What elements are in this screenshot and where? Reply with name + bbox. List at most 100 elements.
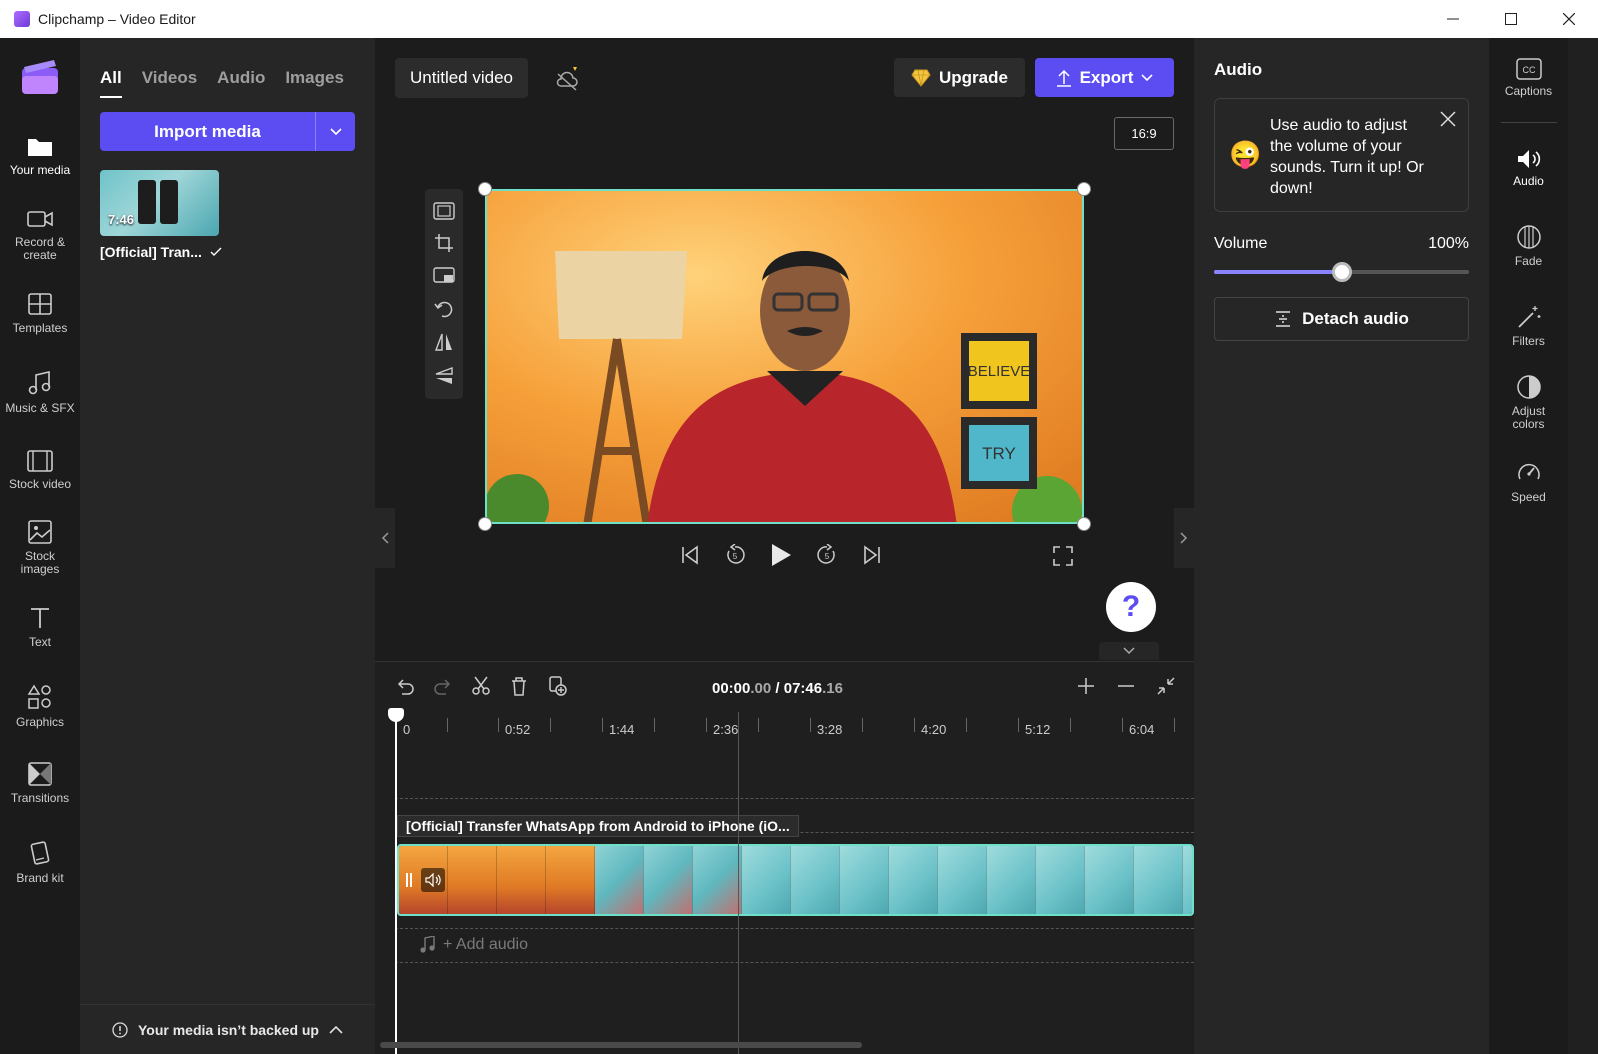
rail-item-text[interactable]: Text — [0, 606, 80, 649]
resize-handle[interactable] — [1077, 182, 1091, 196]
clip-frame — [546, 846, 595, 914]
media-thumbnail[interactable]: 7:46 — [100, 170, 219, 236]
minimize-button[interactable] — [1424, 0, 1482, 38]
rail-item-graphics[interactable]: Graphics — [0, 684, 80, 729]
svg-text:CC: CC — [1522, 65, 1535, 75]
rail-item-music-sfx[interactable]: Music & SFX — [0, 370, 80, 415]
clip-frame — [497, 846, 546, 914]
rail-item-label: Transitions — [10, 791, 70, 805]
media-panel: All Videos Audio Images Import media 7:4… — [80, 38, 375, 1054]
timeline-scrollbar[interactable] — [380, 1042, 862, 1048]
flip-vertical-icon[interactable] — [434, 366, 454, 386]
ruler-label: 1:44 — [609, 722, 635, 737]
flip-horizontal-icon[interactable] — [434, 332, 454, 352]
rotate-icon[interactable] — [434, 299, 454, 319]
resize-handle[interactable] — [478, 182, 492, 196]
rail-item-captions[interactable]: CC Captions — [1489, 58, 1568, 98]
rail-item-record-create[interactable]: Record & create — [0, 208, 80, 262]
resize-handle[interactable] — [478, 517, 492, 531]
maximize-button[interactable] — [1482, 0, 1540, 38]
clip-volume-button[interactable] — [421, 868, 445, 892]
upgrade-button[interactable]: Upgrade — [894, 58, 1025, 97]
fullscreen-icon[interactable] — [1053, 546, 1073, 566]
tab-videos[interactable]: Videos — [142, 68, 197, 98]
rail-item-fade[interactable]: Fade — [1489, 224, 1568, 268]
rail-item-audio[interactable]: Audio — [1489, 128, 1568, 216]
picture-in-picture-icon[interactable] — [433, 267, 455, 285]
skip-to-end-icon[interactable] — [862, 545, 882, 565]
fade-icon — [1516, 225, 1541, 249]
close-window-button[interactable] — [1540, 0, 1598, 38]
rail-item-stock-images[interactable]: Stock images — [0, 520, 80, 576]
magic-wand-icon — [1517, 306, 1540, 328]
duplicate-icon[interactable] — [547, 676, 567, 696]
ruler-label: 6:04 — [1129, 722, 1155, 737]
crop-icon[interactable] — [434, 233, 454, 253]
rail-item-label: Text — [28, 635, 51, 649]
add-audio-track[interactable]: + Add audio — [419, 936, 528, 954]
tab-all[interactable]: All — [100, 68, 122, 98]
media-item-label: [Official] Tran... — [100, 244, 222, 260]
rail-item-label: Captions — [1504, 84, 1553, 98]
audio-tip-card: 😜 Use audio to adjust the volume of your… — [1214, 98, 1469, 212]
skip-to-start-icon[interactable] — [680, 545, 700, 565]
ruler-tick — [1174, 718, 1175, 732]
rail-item-filters[interactable]: Filters — [1489, 304, 1568, 348]
ruler-tick — [654, 718, 655, 732]
rail-item-transitions[interactable]: Transitions — [0, 762, 80, 805]
zoom-out-icon[interactable] — [1116, 676, 1136, 696]
clip-trim-handle[interactable] — [405, 872, 413, 891]
video-clip[interactable] — [397, 844, 1194, 916]
transitions-icon — [28, 762, 52, 786]
rail-item-brand-kit[interactable]: Brand kit — [0, 840, 80, 885]
text-icon — [31, 608, 49, 628]
project-title-input[interactable]: Untitled video — [395, 58, 529, 98]
aspect-ratio-button[interactable]: 16:9 — [1114, 117, 1174, 150]
fit-icon[interactable] — [433, 202, 455, 220]
delete-icon[interactable] — [509, 676, 529, 696]
rail-item-your-media[interactable]: Your media — [0, 126, 80, 196]
timeline-ruler[interactable]: 0 0:52 1:44 2:36 3:28 4:20 5:12 6:04 — [395, 718, 1194, 740]
ruler-tick — [1070, 718, 1071, 732]
help-button[interactable]: ? — [1106, 582, 1156, 632]
playhead[interactable] — [395, 712, 397, 1054]
rail-item-stock-video[interactable]: Stock video — [0, 450, 80, 491]
scissors-icon[interactable] — [471, 676, 491, 696]
ruler-label: 0 — [403, 722, 411, 737]
play-icon[interactable] — [770, 543, 792, 567]
rail-item-speed[interactable]: Speed — [1489, 460, 1568, 504]
collapse-left-panel-button[interactable] — [375, 508, 395, 568]
folder-icon — [28, 139, 52, 156]
close-icon[interactable] — [1440, 111, 1456, 127]
import-media-button[interactable]: Import media — [100, 112, 315, 151]
rail-item-templates[interactable]: Templates — [0, 292, 80, 335]
undo-icon[interactable] — [395, 676, 415, 696]
detach-audio-button[interactable]: Detach audio — [1214, 297, 1469, 341]
forward-5-icon[interactable]: 5 — [816, 544, 838, 566]
zoom-to-fit-icon[interactable] — [1156, 676, 1176, 696]
video-preview[interactable]: BELIEVE TRY — [485, 189, 1084, 524]
tab-images[interactable]: Images — [285, 68, 344, 98]
drag-handle-icon — [406, 873, 412, 887]
redo-icon[interactable] — [433, 676, 453, 696]
tab-audio[interactable]: Audio — [217, 68, 265, 98]
rail-item-adjust-colors[interactable]: Adjust colors — [1489, 374, 1568, 431]
backup-status-bar[interactable]: Your media isn’t backed up — [80, 1004, 375, 1054]
media-tabs: All Videos Audio Images — [100, 68, 344, 98]
rewind-5-icon[interactable]: 5 — [724, 544, 746, 566]
collapse-timeline-button[interactable] — [1099, 642, 1159, 660]
import-options-button[interactable] — [315, 112, 355, 151]
collapse-right-panel-button[interactable] — [1174, 508, 1194, 568]
cloud-offline-icon[interactable] — [555, 66, 579, 92]
clip-frame — [644, 846, 693, 914]
export-button[interactable]: Export — [1035, 58, 1174, 97]
clip-frame — [1036, 846, 1085, 914]
volume-slider[interactable] — [1214, 262, 1469, 282]
zoom-in-icon[interactable] — [1076, 676, 1096, 696]
resize-handle[interactable] — [1077, 517, 1091, 531]
ruler-label: 0:52 — [505, 722, 531, 737]
volume-slider-thumb[interactable] — [1331, 262, 1352, 282]
window-titlebar: Clipchamp – Video Editor — [0, 0, 1598, 38]
thumbnail-phone-graphic — [160, 180, 178, 224]
ruler-tick — [498, 718, 499, 732]
